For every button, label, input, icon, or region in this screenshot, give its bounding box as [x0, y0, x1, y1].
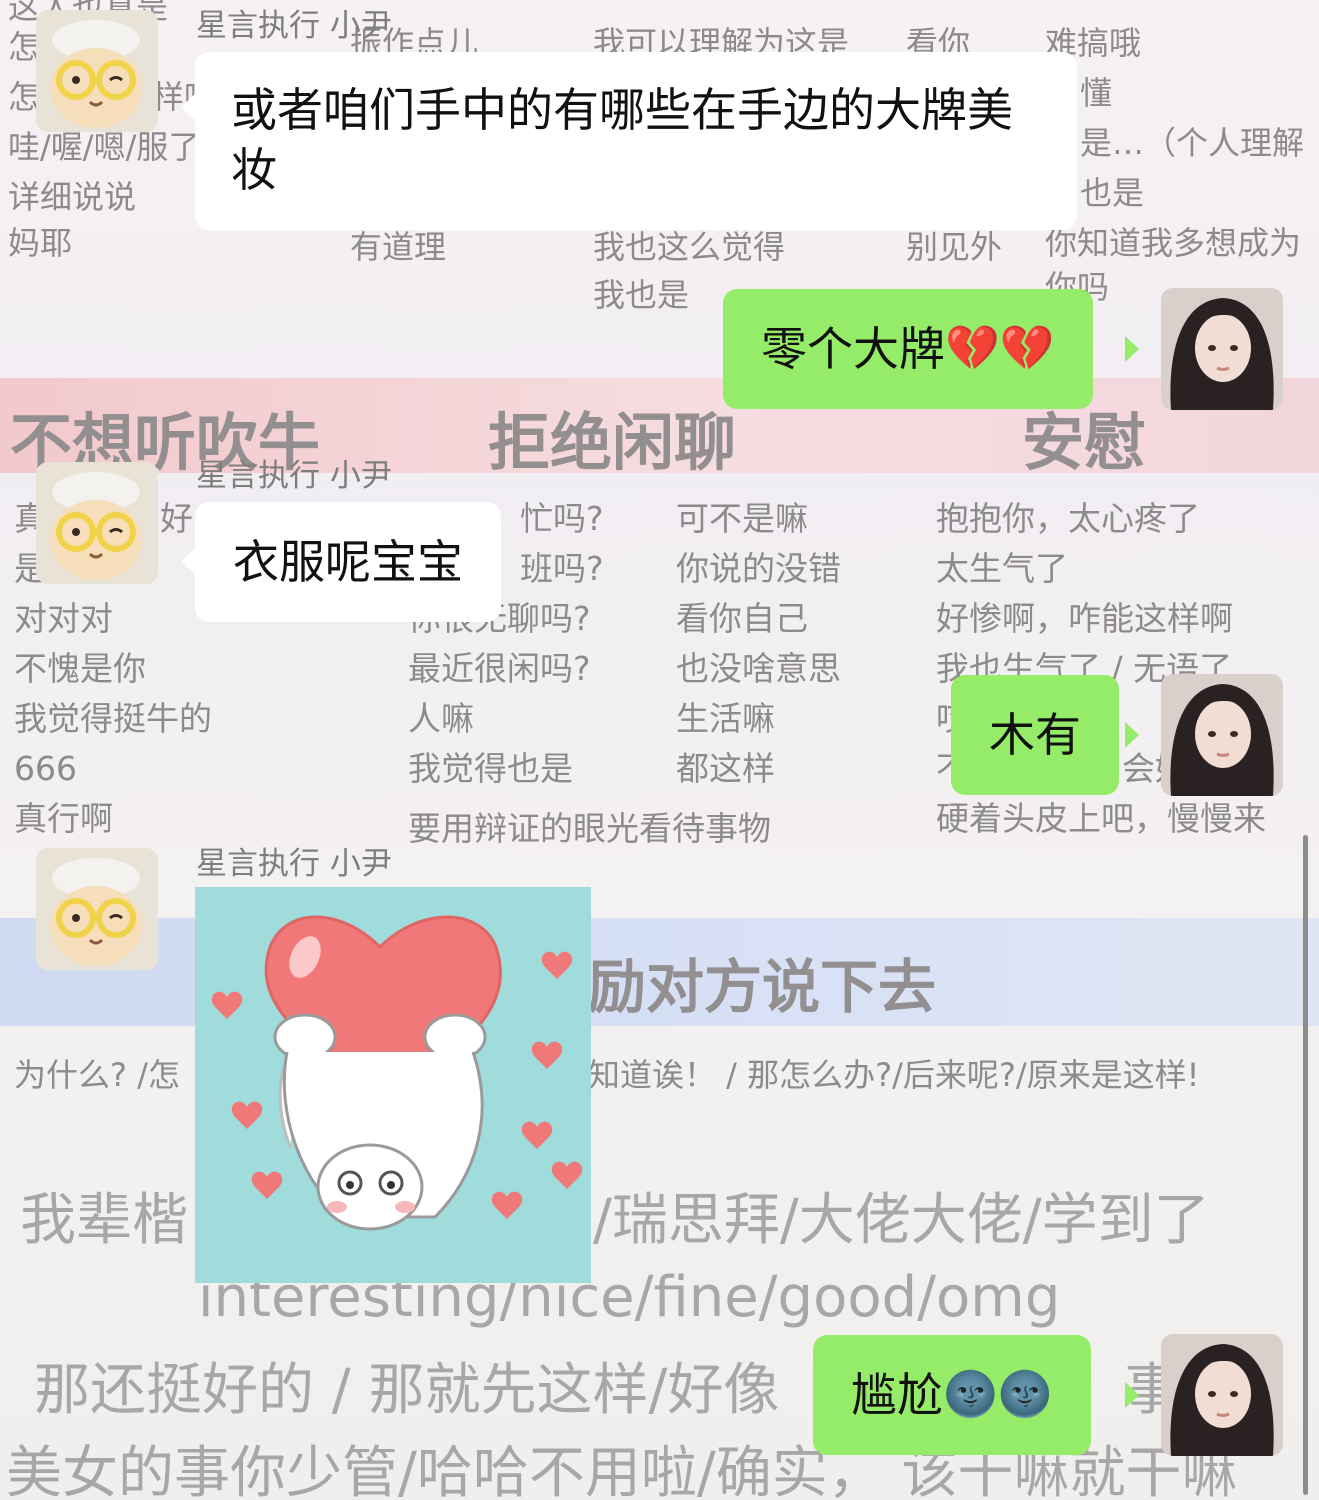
wallpaper-text: 详细说说: [8, 178, 137, 216]
sender-name: 星言执行 小尹: [196, 846, 392, 882]
wallpaper-text: 好: [160, 499, 193, 538]
wallpaper-text: 那还挺好的 / 那就先这样/好像: [34, 1358, 780, 1423]
message-bubble[interactable]: 尴尬 🌚🌚: [813, 1335, 1091, 1455]
bubble-tail: [1125, 336, 1139, 362]
message-text: 或者咱们手中的有哪些在手边的大牌美妆: [231, 83, 1013, 197]
message-bubble[interactable]: 木有: [951, 675, 1119, 795]
wallpaper-heading: 励对方说下去: [588, 953, 937, 1021]
wallpaper-text: 是…（个人理解: [1080, 124, 1305, 162]
girl-portrait-icon: [1161, 674, 1283, 796]
wallpaper-text: 你说的没错: [676, 549, 841, 588]
wallpaper-text: 好惨啊，咋能这样啊: [936, 599, 1233, 638]
contact-avatar[interactable]: [36, 462, 158, 584]
wallpaper-text: 硬着头皮上吧，慢慢来: [936, 799, 1266, 838]
wallpaper-text: 我辈楷: [20, 1188, 188, 1253]
wallpaper-text: 看你自己: [676, 599, 808, 638]
bubble-tail: [181, 548, 195, 574]
wallpaper-text: 也是: [1080, 174, 1145, 212]
girl-portrait-icon: [1161, 288, 1283, 410]
cat-holding-heart-sticker[interactable]: [195, 887, 591, 1283]
new-moon-face-icon: 🌚🌚: [943, 1369, 1053, 1420]
wallpaper-text: 我觉得挺牛的: [14, 699, 212, 738]
broken-heart-icon: 💔💔: [945, 323, 1055, 374]
wallpaper-text: 要用辩证的眼光看待事物: [408, 809, 771, 848]
wallpaper-text: 你知道我多想成为: [1045, 224, 1302, 262]
bear-with-glasses-icon: [36, 462, 158, 584]
message-text: 衣服呢宝宝: [233, 535, 463, 589]
message-bubble[interactable]: 或者咱们手中的有哪些在手边的大牌美妆: [195, 52, 1077, 230]
wallpaper-text: 也没啥意思: [676, 649, 841, 688]
wallpaper-column-3: 可不是嘛 你说的没错 看你自己 也没啥意思 生活嘛 都这样: [676, 494, 841, 794]
wallpaper-text: 妈耶: [8, 224, 73, 262]
wallpaper-text: 我也是: [593, 276, 690, 314]
my-avatar[interactable]: [1161, 1334, 1283, 1456]
message-text: 尴尬: [851, 1368, 943, 1422]
wallpaper-text: 都这样: [676, 749, 775, 788]
message-bubble[interactable]: 零个大牌 💔💔: [723, 289, 1093, 409]
sender-name: 星言执行 小尹: [196, 8, 392, 44]
my-avatar[interactable]: [1161, 674, 1283, 796]
girl-portrait-icon: [1161, 1334, 1283, 1456]
bubble-tail: [1125, 722, 1139, 748]
contact-avatar[interactable]: [36, 848, 158, 970]
my-avatar[interactable]: [1161, 288, 1283, 410]
message-bubble[interactable]: 衣服呢宝宝: [195, 502, 501, 622]
wallpaper-text: 太生气了: [936, 549, 1068, 588]
wallpaper-text: 生活嘛: [676, 699, 775, 738]
wallpaper-text: 不愧是你: [14, 649, 146, 688]
bear-with-glasses-icon: [36, 10, 158, 132]
wallpaper-text: /瑞思拜/大佬大佬/学到了: [593, 1188, 1210, 1253]
message-text: 零个大牌: [761, 322, 945, 376]
wallpaper-text: 真行啊: [14, 799, 113, 838]
wallpaper-text: 懂: [1080, 74, 1113, 112]
bear-with-glasses-icon: [36, 848, 158, 970]
wallpaper-heading: 拒绝闲聊: [488, 406, 737, 479]
bubble-tail: [181, 94, 195, 120]
wallpaper-text: 抱抱你，太心疼了: [936, 499, 1200, 538]
bubble-tail: [1125, 1382, 1139, 1408]
wallpaper-text: 666: [14, 749, 77, 788]
sender-name: 星言执行 小尹: [196, 458, 392, 494]
contact-avatar[interactable]: [36, 10, 158, 132]
wallpaper-text: 可不是嘛: [676, 499, 808, 538]
wallpaper-text: 知道诶！ / 那怎么办?/后来呢?/原来是这样!: [588, 1056, 1200, 1094]
message-text: 木有: [989, 708, 1081, 762]
wallpaper-text: 对对对: [14, 599, 113, 638]
wallpaper-text: 为什么? /怎: [14, 1056, 180, 1094]
scrollbar[interactable]: [1303, 835, 1308, 1495]
cat-heart-icon: [195, 887, 591, 1283]
